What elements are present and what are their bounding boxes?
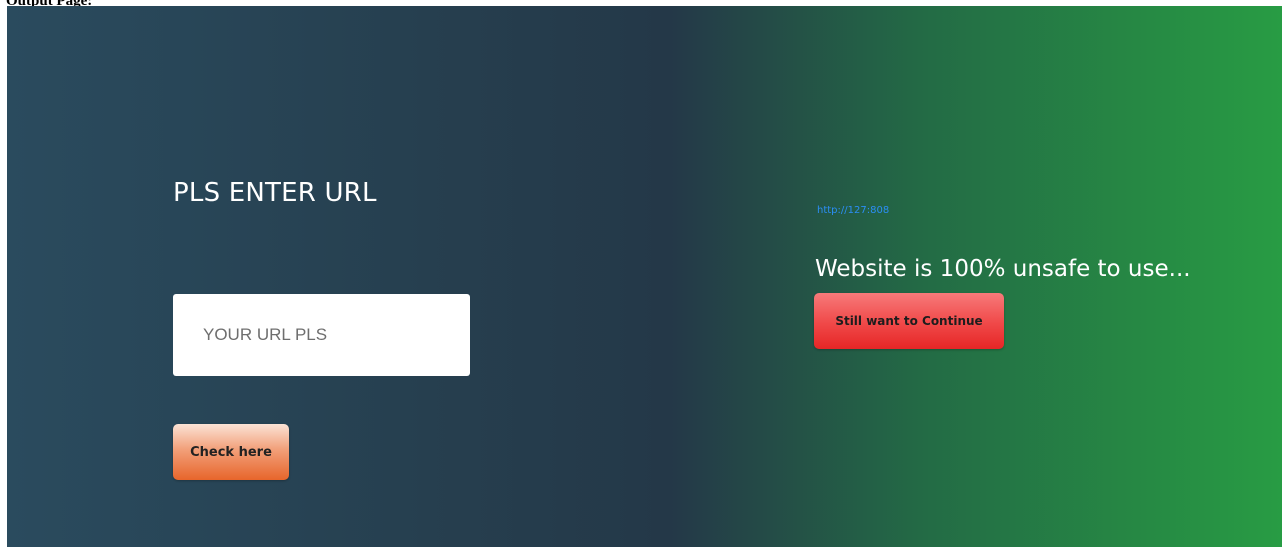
- check-button[interactable]: Check here: [173, 424, 289, 480]
- safety-result-message: Website is 100% unsafe to use...: [815, 256, 1191, 282]
- continue-button[interactable]: Still want to Continue: [814, 293, 1004, 349]
- page-title: PLS ENTER URL: [173, 178, 377, 208]
- url-checker-panel: PLS ENTER URL Check here http://127:808 …: [7, 6, 1282, 547]
- url-input[interactable]: [173, 294, 470, 376]
- checked-url-link[interactable]: http://127:808: [817, 205, 889, 216]
